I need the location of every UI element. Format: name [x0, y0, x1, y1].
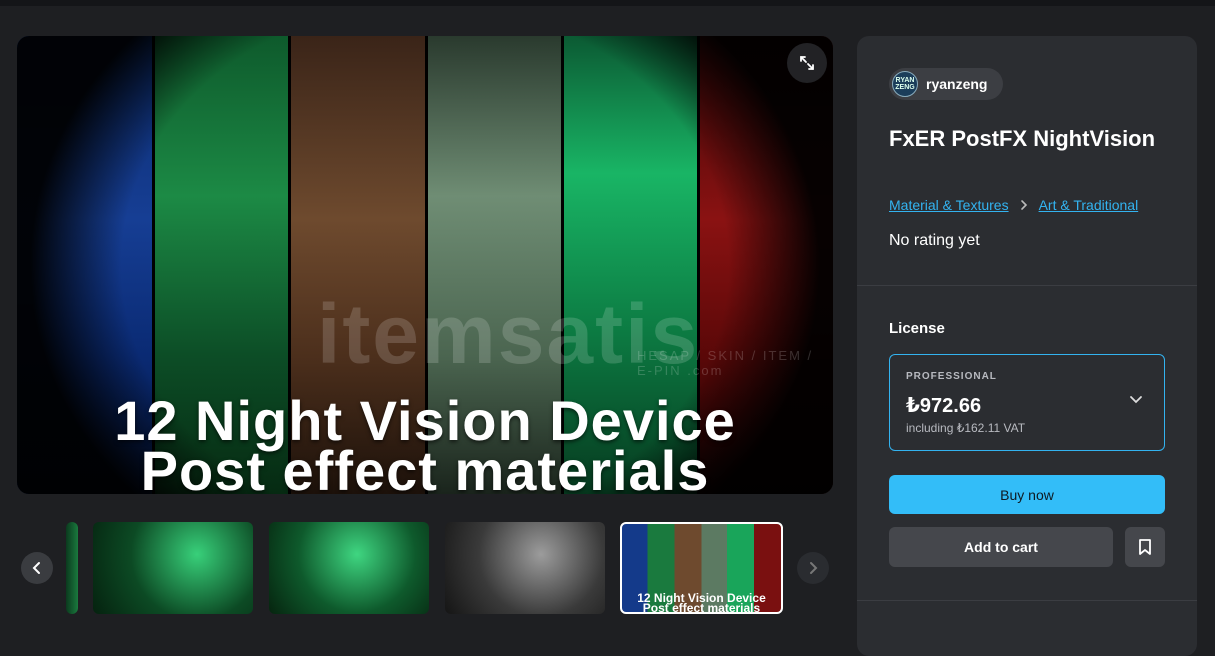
panel-divider — [857, 600, 1197, 601]
breadcrumb-link-subcategory[interactable]: Art & Traditional — [1039, 197, 1139, 213]
thumbnail-caption-line-2: Post effect materials — [642, 601, 761, 614]
thumbnail-1[interactable] — [93, 522, 253, 614]
thumbnail-selected[interactable]: 12 Night Vision Device Post effect mater… — [620, 522, 783, 614]
thumbnail-3[interactable] — [445, 522, 605, 614]
bookmark-icon — [1139, 539, 1151, 555]
hero-title-line-2: Post effect materials — [140, 439, 710, 495]
license-tier: PROFESSIONAL — [906, 371, 997, 382]
chevron-left-icon — [32, 562, 40, 574]
add-to-cart-button[interactable]: Add to cart — [889, 527, 1113, 567]
top-bar — [0, 0, 1215, 6]
expand-icon — [800, 56, 814, 70]
license-price: ₺972.66 — [906, 395, 982, 417]
thumbnail-prev-button[interactable] — [21, 552, 53, 584]
breadcrumb: Material & Textures Art & Traditional — [889, 197, 1138, 213]
thumbnail-partial[interactable] — [66, 522, 78, 614]
product-title: FxER PostFX NightVision — [889, 126, 1156, 151]
expand-button[interactable] — [787, 43, 827, 83]
panel-divider — [857, 285, 1197, 286]
thumbnail-next-button[interactable] — [797, 552, 829, 584]
hero-image[interactable]: itemsatis HESAP / SKIN / ITEM / E-PIN .c… — [17, 36, 833, 494]
bookmark-button[interactable] — [1125, 527, 1165, 567]
license-vat: including ₺162.11 VAT — [906, 421, 1026, 435]
breadcrumb-chevron-icon — [1020, 200, 1027, 210]
license-heading: License — [889, 320, 945, 337]
watermark-subtext: HESAP / SKIN / ITEM / E-PIN .com — [637, 348, 814, 378]
seller-chip[interactable]: RYAN ZENG ryanzeng — [889, 68, 1004, 100]
rating-text: No rating yet — [889, 232, 980, 249]
chevron-down-icon — [1130, 396, 1142, 404]
license-select[interactable]: PROFESSIONAL ₺972.66 including ₺162.11 V… — [889, 354, 1165, 451]
chevron-right-icon — [810, 562, 818, 574]
breadcrumb-link-category[interactable]: Material & Textures — [889, 197, 1009, 213]
seller-name: ryanzeng — [926, 76, 988, 92]
buy-now-button[interactable]: Buy now — [889, 475, 1165, 514]
thumbnail-2[interactable] — [269, 522, 429, 614]
avatar: RYAN ZENG — [892, 71, 918, 97]
